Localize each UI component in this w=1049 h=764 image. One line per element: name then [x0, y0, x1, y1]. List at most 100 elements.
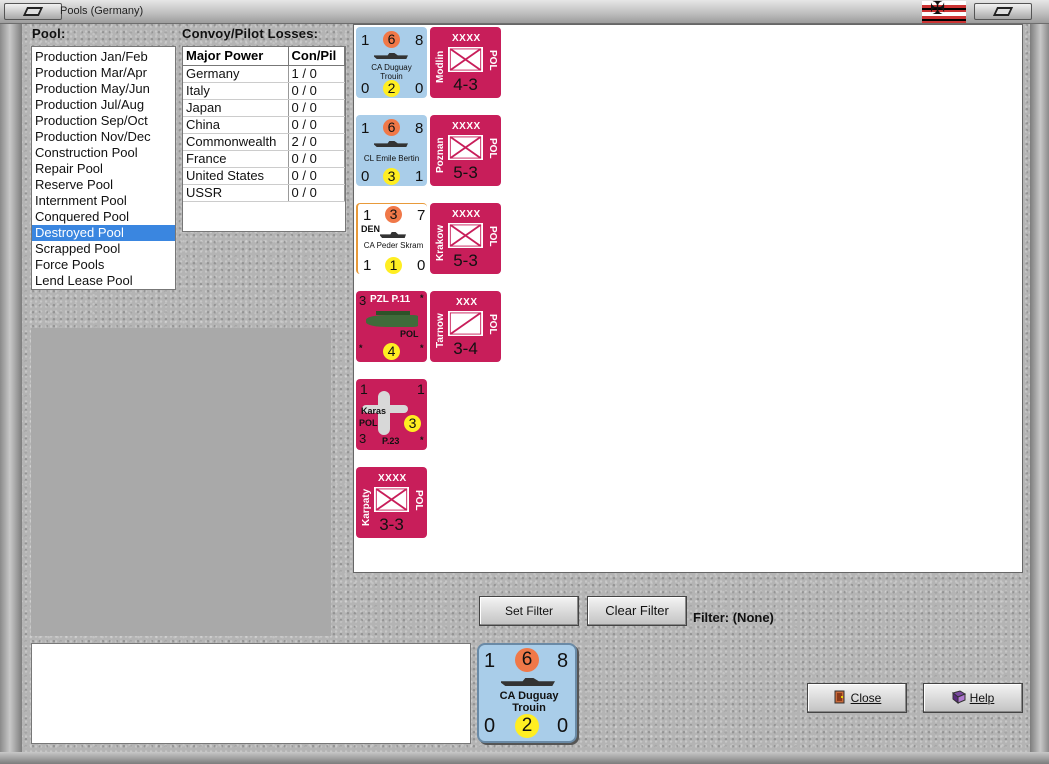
counter-range: 2: [383, 80, 400, 97]
pool-item[interactable]: Reserve Pool: [32, 177, 175, 193]
table-header-row: Major Power Con/Pil: [183, 47, 345, 66]
losses-table: Major Power Con/Pil Germany 1 / 0 Italy 0 …: [182, 46, 346, 232]
table-row[interactable]: France 0 / 0: [183, 150, 345, 168]
set-filter-button[interactable]: Set Filter: [479, 596, 579, 626]
pool-item[interactable]: Internment Pool: [32, 193, 175, 209]
counter-krakow[interactable]: XXXX Krakow POL 5-3: [430, 203, 501, 274]
infantry-symbol-icon: [374, 487, 409, 512]
counter-air-attack: 3: [359, 293, 367, 308]
table-row[interactable]: Japan 0 / 0: [183, 99, 345, 117]
cruiser-icon: [380, 232, 406, 238]
counter-echelon: XXXX: [452, 209, 481, 220]
fighter-body-icon: [366, 315, 418, 327]
pool-item[interactable]: Production Mar/Apr: [32, 65, 175, 81]
filter-status: Filter: (None): [693, 610, 774, 625]
pool-label: Pool:: [32, 26, 66, 41]
counter-range: 4: [383, 343, 400, 360]
close-label: Close: [850, 691, 882, 705]
counter-karas-p23[interactable]: 1 1 Karas POL 3 3 P.23 *: [356, 379, 427, 450]
counter-ca-peder-skram[interactable]: 1 3 7 DEN CA Peder Skram 1 1 0: [356, 203, 427, 274]
message-box: [31, 643, 471, 744]
table-row[interactable]: Germany 1 / 0: [183, 65, 345, 83]
window-title: Pools (Germany): [60, 5, 144, 17]
counter-modlin[interactable]: XXXX Modlin POL 4-3: [430, 27, 501, 98]
column-header-major-power[interactable]: Major Power: [183, 47, 289, 66]
counter-name: CA Peder Skram: [363, 241, 424, 250]
cell-losses: 1 / 0: [288, 65, 345, 83]
counter-name: Karas: [361, 406, 387, 416]
cell-losses: 0 / 0: [288, 150, 345, 168]
counter-pzl-p11[interactable]: 3 PZL P.11 * POL * 4 *: [356, 291, 427, 362]
pool-item[interactable]: Production Jan/Feb: [32, 49, 175, 65]
close-button[interactable]: Close: [807, 683, 907, 713]
counter-shore: 1: [415, 168, 424, 185]
pool-list[interactable]: Production Jan/Feb Production Mar/Apr Pr…: [31, 46, 176, 290]
counter-strategic: 3: [359, 431, 367, 446]
counter-nation: POL: [487, 226, 498, 247]
pool-item[interactable]: Conquered Pool: [32, 209, 175, 225]
pool-item-selected[interactable]: Destroyed Pool: [32, 225, 175, 241]
counter-cl-emile-bertin[interactable]: 1 6 8 CL Emile Bertin 0 3 1: [356, 115, 427, 186]
counter-aa: 0: [484, 715, 496, 737]
window-restore-button[interactable]: [974, 3, 1032, 20]
counter-air-defense: 1: [417, 381, 425, 397]
counter-shore: 0: [415, 80, 424, 97]
pool-item[interactable]: Scrapped Pool: [32, 241, 175, 257]
column-header-con-pil[interactable]: Con/Pil: [288, 47, 345, 66]
pool-item[interactable]: Repair Pool: [32, 161, 175, 177]
counter-name: PZL P.11: [370, 294, 411, 305]
pool-item[interactable]: Production Jul/Aug: [32, 97, 175, 113]
counter-aa: 0: [361, 168, 370, 185]
infantry-symbol-icon: [448, 47, 483, 72]
counter-range: 1: [385, 257, 402, 274]
cell-power: USSR: [183, 184, 289, 202]
pool-item[interactable]: Production Nov/Dec: [32, 129, 175, 145]
window-menu-button[interactable]: [4, 3, 62, 20]
counter-movement: 8: [415, 120, 424, 137]
cell-losses: 0 / 0: [288, 167, 345, 185]
counter-karpaty[interactable]: XXXX Karpaty POL 3-3: [356, 467, 427, 538]
cell-losses: 2 / 0: [288, 133, 345, 151]
counter-attack: 1: [361, 120, 370, 137]
counter-aa: 0: [361, 80, 370, 97]
counter-name: CL Emile Bertin: [363, 154, 420, 163]
table-row[interactable]: Italy 0 / 0: [183, 82, 345, 100]
close-door-icon: [834, 690, 845, 704]
clear-filter-button[interactable]: Clear Filter: [587, 596, 687, 626]
help-button[interactable]: Help: [923, 683, 1023, 713]
pool-item[interactable]: Force Pools: [32, 257, 175, 273]
cell-power: China: [183, 116, 289, 134]
counter-aa: 1: [363, 257, 372, 274]
counter-star: *: [420, 435, 424, 445]
pool-item[interactable]: Lend Lease Pool: [32, 273, 175, 289]
counter-star: *: [420, 293, 424, 303]
counter-name-2: Trouin: [512, 702, 546, 714]
counter-movement: 8: [557, 650, 569, 672]
counter-ca-duguay-trouin[interactable]: 1 6 8 CA Duguay Trouin 0 2 0: [356, 27, 427, 98]
counter-strength: 5-3: [453, 251, 478, 270]
left-frame: [0, 24, 22, 764]
counter-echelon: XXXX: [378, 473, 407, 484]
counter-nation: POL: [487, 138, 498, 159]
counter-defense: 6: [383, 119, 400, 136]
cell-power: France: [183, 150, 289, 168]
help-label: Help: [969, 691, 995, 705]
counter-shore: 0: [417, 257, 426, 274]
counter-attack: 1: [484, 650, 496, 672]
counter-air-attack: 1: [360, 381, 368, 397]
pool-item[interactable]: Production Sep/Oct: [32, 113, 175, 129]
table-row[interactable]: Commonwealth 2 / 0: [183, 133, 345, 151]
table-row[interactable]: United States 0 / 0: [183, 167, 345, 185]
window-icon: [22, 7, 44, 16]
pool-item[interactable]: Production May/Jun: [32, 81, 175, 97]
counter-poznan[interactable]: XXXX Poznan POL 5-3: [430, 115, 501, 186]
table-row[interactable]: China 0 / 0: [183, 116, 345, 134]
counter-movement: 7: [417, 207, 426, 224]
counter-defense: 6: [383, 31, 400, 48]
table-row[interactable]: USSR 0 / 0: [183, 184, 345, 202]
counter-tarnow[interactable]: XXX Tarnow POL 3-4: [430, 291, 501, 362]
counter-display-area[interactable]: 1 6 8 CA Duguay Trouin 0 2 0 1 6 8 CL Em…: [353, 24, 1023, 573]
pool-item[interactable]: Construction Pool: [32, 145, 175, 161]
infantry-symbol-icon: [448, 135, 483, 160]
cruiser-icon: [374, 53, 408, 59]
